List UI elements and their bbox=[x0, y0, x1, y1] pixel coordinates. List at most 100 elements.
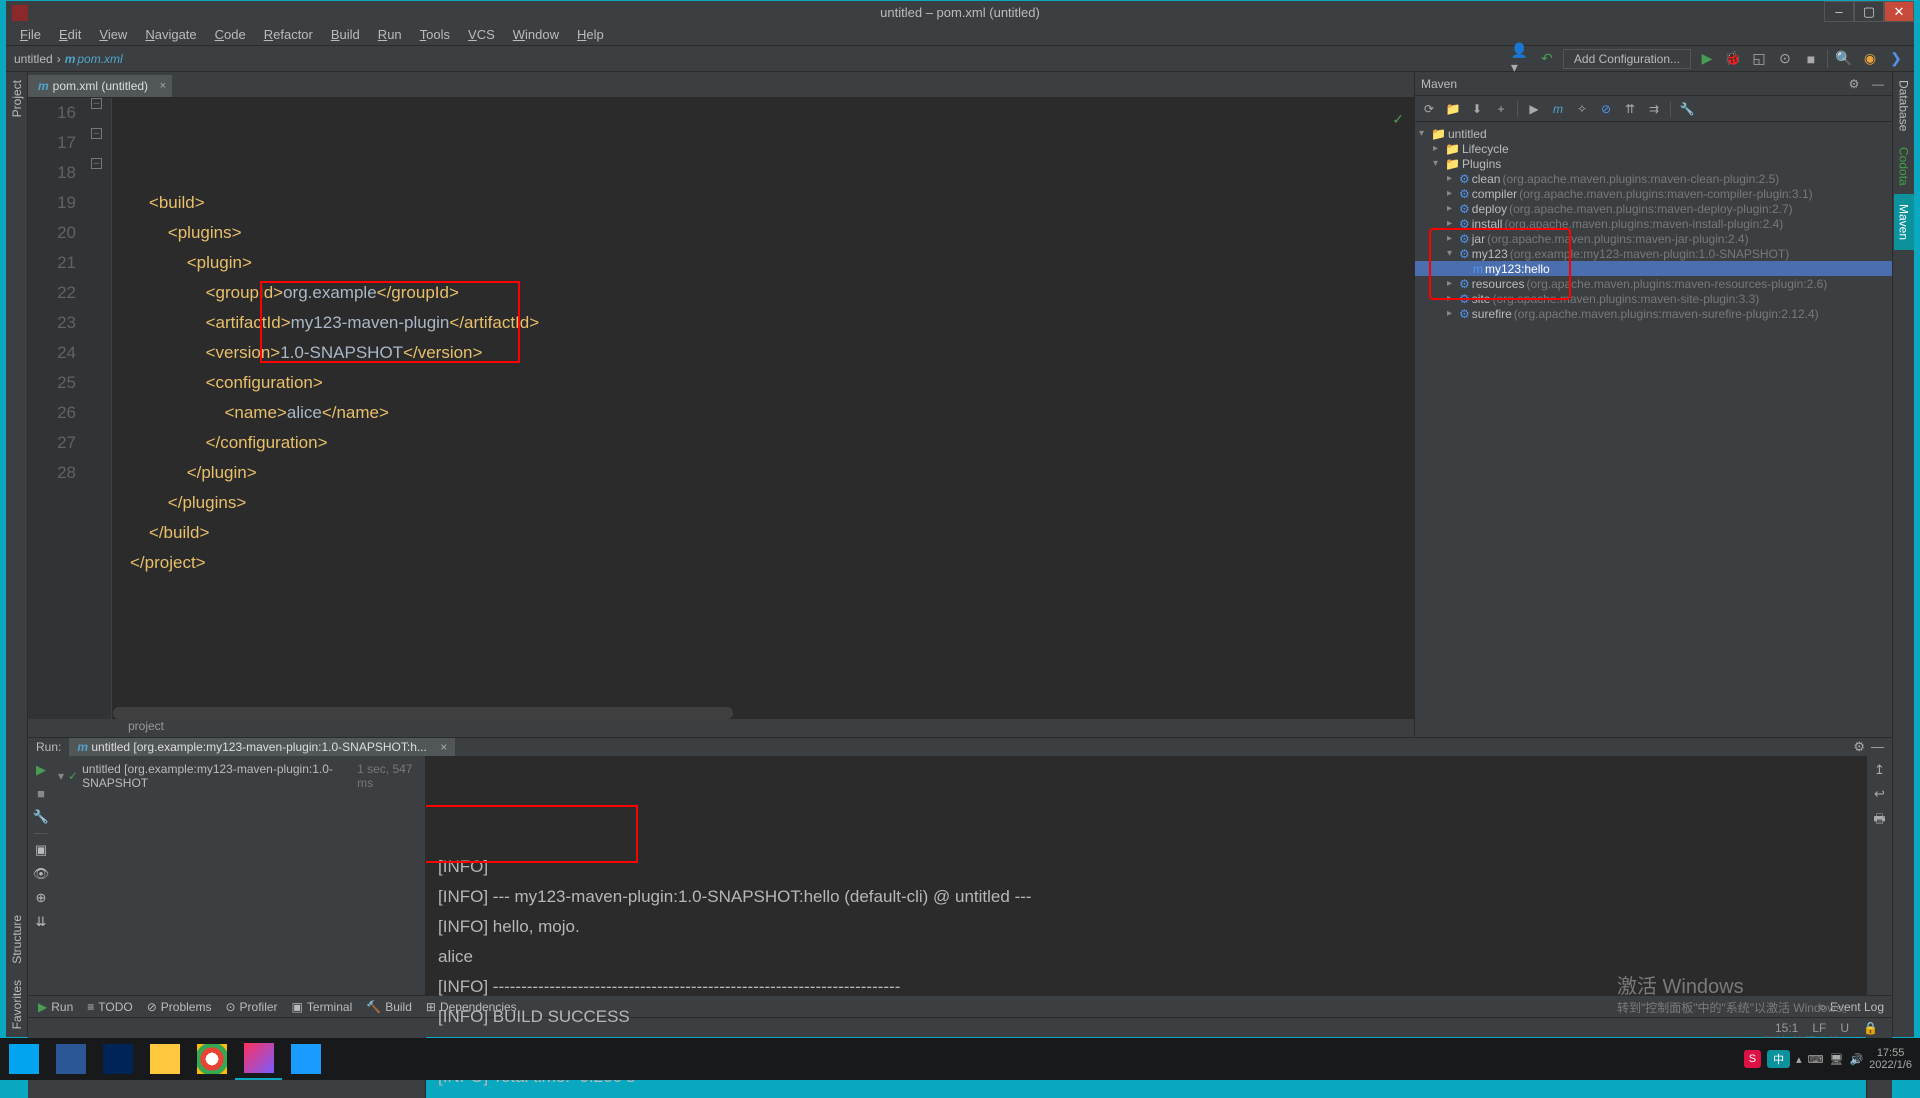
tool-database[interactable]: Database bbox=[1895, 72, 1913, 139]
tool-build[interactable]: 🔨 Build bbox=[366, 1000, 412, 1014]
pin-icon[interactable]: ▣ bbox=[35, 842, 47, 858]
ime-icon[interactable]: S bbox=[1744, 1050, 1761, 1068]
tool-codota[interactable]: Codota bbox=[1895, 139, 1913, 194]
maximize-button[interactable]: ▢ bbox=[1854, 1, 1884, 22]
back-icon[interactable]: ↶ bbox=[1537, 49, 1557, 69]
toggle-offline-icon[interactable]: ✧ bbox=[1574, 101, 1590, 117]
editor-tab-label: pom.xml (untitled) bbox=[53, 79, 148, 93]
generate-sources-icon[interactable]: 📁 bbox=[1445, 101, 1461, 117]
menu-run[interactable]: Run bbox=[370, 25, 410, 44]
run-maven-icon[interactable]: ▶ bbox=[1526, 101, 1542, 117]
codota-icon[interactable]: ❯ bbox=[1886, 49, 1906, 69]
stop-icon[interactable]: ■ bbox=[37, 786, 45, 801]
maven-node-compiler[interactable]: ▸⚙ compiler (org.apache.maven.plugins:ma… bbox=[1415, 186, 1892, 201]
profile-icon[interactable]: ⊙ bbox=[1775, 49, 1795, 69]
network-icon[interactable]: 🖥 bbox=[1830, 1053, 1844, 1066]
maven-node-untitled[interactable]: ▾📁 untitled bbox=[1415, 126, 1892, 141]
stop-icon[interactable]: ■ bbox=[1801, 49, 1821, 69]
menu-tools[interactable]: Tools bbox=[412, 25, 458, 44]
maven-node-deploy[interactable]: ▸⚙ deploy (org.apache.maven.plugins:mave… bbox=[1415, 201, 1892, 216]
ide-updates-icon[interactable]: ◉ bbox=[1860, 49, 1880, 69]
lang-icon[interactable]: 中 bbox=[1767, 1050, 1790, 1068]
collapse-icon[interactable]: ⇈ bbox=[1622, 101, 1638, 117]
run-tree-item[interactable]: ▾ untitled [org.example:my123-maven-plug… bbox=[58, 762, 421, 790]
skip-tests-icon[interactable]: ⊘ bbox=[1598, 101, 1614, 117]
sound-icon[interactable]: 🔊 bbox=[1849, 1053, 1863, 1066]
menu-navigate[interactable]: Navigate bbox=[137, 25, 204, 44]
download-icon[interactable]: ⬇ bbox=[1469, 101, 1485, 117]
intellij-icon[interactable] bbox=[235, 1038, 282, 1080]
run-label: Run: bbox=[28, 740, 69, 754]
menu-file[interactable]: File bbox=[12, 25, 49, 44]
tool-project[interactable]: Project bbox=[8, 72, 26, 125]
tool-favorites[interactable]: Favorites bbox=[8, 972, 26, 1037]
filter-icon[interactable]: ⊕ bbox=[36, 890, 47, 906]
breadcrumb-file[interactable]: pom.xml bbox=[65, 52, 123, 66]
chrome-icon[interactable] bbox=[188, 1038, 235, 1080]
maven-node-surefire[interactable]: ▸⚙ surefire (org.apache.maven.plugins:ma… bbox=[1415, 306, 1892, 321]
maven-node-Lifecycle[interactable]: ▸📁 Lifecycle bbox=[1415, 141, 1892, 156]
hide-icon[interactable]: — bbox=[1871, 739, 1884, 755]
user-icon[interactable]: 👤▾ bbox=[1511, 49, 1531, 69]
soft-wrap-icon[interactable]: ↩ bbox=[1874, 786, 1885, 802]
search-icon[interactable]: 🔍 bbox=[1834, 49, 1854, 69]
tray-icon[interactable]: ▴ bbox=[1796, 1053, 1802, 1066]
run-icon[interactable]: ▶ bbox=[1697, 49, 1717, 69]
chevron-right-icon: › bbox=[57, 52, 61, 66]
show-deps-icon[interactable]: ⇉ bbox=[1646, 101, 1662, 117]
task-view-icon[interactable] bbox=[47, 1038, 94, 1080]
powershell-icon[interactable] bbox=[94, 1038, 141, 1080]
maven-node-Plugins[interactable]: ▾📁 Plugins bbox=[1415, 156, 1892, 171]
menu-build[interactable]: Build bbox=[323, 25, 368, 44]
taskbar-clock[interactable]: 17:552022/1/6 bbox=[1869, 1047, 1912, 1071]
coverage-icon[interactable]: ◱ bbox=[1749, 49, 1769, 69]
menu-window[interactable]: Window bbox=[505, 25, 567, 44]
expand-icon[interactable]: ⇊ bbox=[36, 914, 47, 930]
tool-problems[interactable]: ⊘ Problems bbox=[147, 1000, 212, 1014]
add-configuration-button[interactable]: Add Configuration... bbox=[1563, 49, 1691, 69]
view-icon[interactable]: 👁 bbox=[33, 866, 50, 882]
window-title: untitled – pom.xml (untitled) bbox=[880, 5, 1040, 20]
menu-help[interactable]: Help bbox=[569, 25, 612, 44]
scroll-up-icon[interactable]: ↥ bbox=[1874, 762, 1885, 778]
app-icon bbox=[12, 5, 28, 21]
tool-terminal[interactable]: ▣ Terminal bbox=[292, 1000, 353, 1014]
menu-edit[interactable]: Edit bbox=[51, 25, 89, 44]
app-icon[interactable] bbox=[282, 1038, 329, 1080]
close-icon[interactable]: × bbox=[440, 740, 447, 754]
debug-icon[interactable]: 🐞 bbox=[1723, 49, 1743, 69]
settings-icon[interactable]: 🔧 bbox=[33, 809, 49, 825]
menu-view[interactable]: View bbox=[91, 25, 135, 44]
horizontal-scrollbar[interactable] bbox=[113, 707, 733, 719]
minimize-button[interactable]: – bbox=[1824, 1, 1854, 22]
close-button[interactable]: ✕ bbox=[1884, 1, 1914, 22]
titlebar: untitled – pom.xml (untitled) – ▢ ✕ bbox=[6, 1, 1914, 24]
tool-maven[interactable]: Maven bbox=[1894, 194, 1914, 250]
maven-node-clean[interactable]: ▸⚙ clean (org.apache.maven.plugins:maven… bbox=[1415, 171, 1892, 186]
breadcrumb-project[interactable]: untitled bbox=[14, 52, 53, 66]
gear-icon[interactable]: ⚙ bbox=[1853, 739, 1865, 755]
rerun-icon[interactable]: ▶ bbox=[36, 762, 46, 778]
code-editor[interactable]: ✓ 16171819202122232425262728 ––– <build>… bbox=[28, 98, 1414, 719]
editor-tab-pom[interactable]: m pom.xml (untitled) × bbox=[28, 75, 172, 97]
m-icon[interactable]: m bbox=[1550, 101, 1566, 117]
add-icon[interactable]: + bbox=[1493, 101, 1509, 117]
start-button[interactable] bbox=[0, 1038, 47, 1080]
hide-icon[interactable]: — bbox=[1870, 76, 1886, 92]
menu-refactor[interactable]: Refactor bbox=[256, 25, 321, 44]
menu-code[interactable]: Code bbox=[207, 25, 254, 44]
tool-profiler[interactable]: ⊙ Profiler bbox=[225, 1000, 277, 1014]
close-icon[interactable]: × bbox=[160, 80, 166, 92]
wrench-icon[interactable]: 🔧 bbox=[1679, 101, 1695, 117]
menu-vcs[interactable]: VCS bbox=[460, 25, 503, 44]
explorer-icon[interactable] bbox=[141, 1038, 188, 1080]
tool-structure[interactable]: Structure bbox=[8, 907, 26, 972]
print-icon[interactable]: 🖶 bbox=[1873, 810, 1885, 832]
reload-icon[interactable]: ⟳ bbox=[1421, 101, 1437, 117]
keyboard-icon[interactable]: ⌨ bbox=[1808, 1053, 1824, 1066]
windows-taskbar: S 中 ▴ ⌨ 🖥 🔊 17:552022/1/6 bbox=[0, 1038, 1920, 1080]
tool-todo[interactable]: ≡ TODO bbox=[87, 1000, 132, 1014]
gear-icon[interactable]: ⚙ bbox=[1846, 76, 1862, 92]
run-tab[interactable]: m untitled [org.example:my123-maven-plug… bbox=[69, 738, 455, 756]
tool-run[interactable]: ▶Run bbox=[38, 1000, 73, 1014]
